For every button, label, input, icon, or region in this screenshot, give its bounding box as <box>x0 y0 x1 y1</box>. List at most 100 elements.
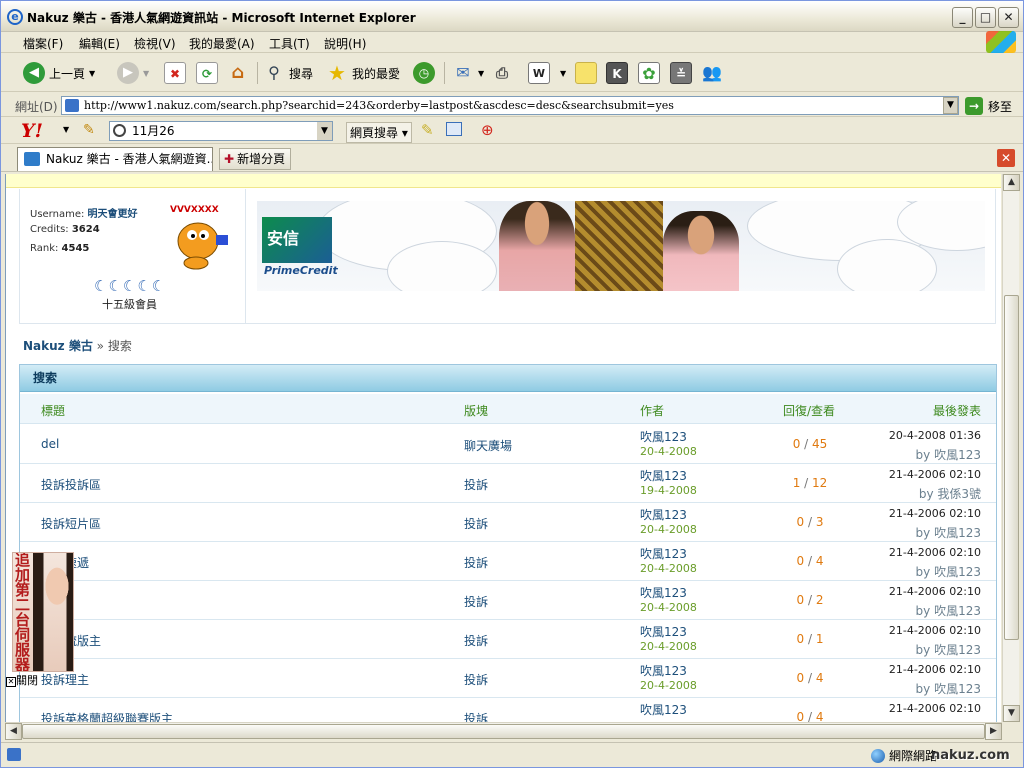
notes-button[interactable] <box>575 60 597 86</box>
thread-forum[interactable]: 投訴 <box>464 554 488 571</box>
edit-word-button[interactable]: W ▼ <box>528 60 566 86</box>
last-post-author[interactable]: by 吹風123 <box>916 563 981 580</box>
address-dropdown-icon[interactable]: ▼ <box>943 97 958 114</box>
last-post-author[interactable]: by 我係3號 <box>919 485 981 502</box>
back-button[interactable]: ◀ 上一頁 ▼ <box>23 60 95 86</box>
thread-title[interactable]: 投訴理主 <box>41 671 89 688</box>
col-last-post[interactable]: 最後發表 <box>933 402 981 419</box>
k-button[interactable]: K <box>606 60 628 86</box>
thread-author[interactable]: 吹風123 <box>640 467 687 484</box>
mail-dropdown-icon[interactable]: ▼ <box>478 69 484 78</box>
last-post-time[interactable]: 21-4-2006 02:10 <box>889 663 981 676</box>
breadcrumb-separator: » <box>96 339 104 353</box>
maximize-button[interactable]: □ <box>975 7 996 28</box>
col-stats[interactable]: 回復/查看 <box>783 402 835 419</box>
last-post-time[interactable]: 21-4-2006 02:10 <box>889 624 981 637</box>
last-post-time[interactable]: 21-4-2006 02:10 <box>889 468 981 481</box>
search-button[interactable]: ⚲ 搜尋 <box>263 60 313 86</box>
col-forum[interactable]: 版塊 <box>464 402 488 419</box>
thread-author[interactable]: 吹風123 <box>640 584 687 601</box>
thread-author[interactable]: 吹風123 <box>640 545 687 562</box>
highlighter-icon[interactable]: ✎ <box>421 121 434 139</box>
refresh-button[interactable]: ⟳ <box>196 60 218 86</box>
menu-favorites[interactable]: 我的最愛(A) <box>189 35 255 52</box>
thread-title[interactable]: 投訴短片區 <box>41 515 101 532</box>
thread-title[interactable]: 投訴投訴區 <box>41 476 101 493</box>
search-dropdown-icon[interactable]: ▼ <box>317 122 332 140</box>
close-button[interactable]: ✕ <box>998 7 1019 28</box>
last-post-author[interactable]: by 吹風123 <box>916 446 981 463</box>
layout-icon[interactable] <box>446 122 462 136</box>
username-value[interactable]: 明天會更好 <box>88 209 138 220</box>
thread-author[interactable]: 吹風123 <box>640 623 687 640</box>
thread-author[interactable]: 吹風123 <box>640 701 687 718</box>
last-post-time[interactable]: 20-4-2008 01:36 <box>889 429 981 442</box>
menu-tools[interactable]: 工具(T) <box>269 35 310 52</box>
forward-dropdown-icon[interactable]: ▼ <box>143 69 149 78</box>
mail-button[interactable]: ✉ ▼ <box>452 60 484 86</box>
edit-dropdown-icon[interactable]: ▼ <box>560 69 566 78</box>
thread-title[interactable]: 投訴英格蘭超級聯賽版主 <box>41 710 173 722</box>
tab-nakuz[interactable]: Nakuz 樂古 - 香港人氣網遊資... <box>17 147 213 171</box>
new-tab-button[interactable]: ✚ 新增分頁 <box>219 148 292 170</box>
thread-forum[interactable]: 投訴 <box>464 671 488 688</box>
last-post-time[interactable]: 21-4-2006 02:10 <box>889 702 981 715</box>
menu-edit[interactable]: 編輯(E) <box>79 35 120 52</box>
vertical-scrollbar[interactable]: ▲ ▼ <box>1002 174 1020 722</box>
scroll-right-icon[interactable]: ▶ <box>985 723 1002 740</box>
pencil-icon[interactable]: ✎ <box>83 122 95 138</box>
thread-forum[interactable]: 投訴 <box>464 593 488 610</box>
thread-author[interactable]: 吹風123 <box>640 662 687 679</box>
thread-forum[interactable]: 投訴 <box>464 710 488 722</box>
col-title[interactable]: 標題 <box>41 402 65 419</box>
icq-button[interactable]: ✿ <box>638 60 660 86</box>
last-post-author[interactable]: by 吹風123 <box>916 602 981 619</box>
thread-forum[interactable]: 投訴 <box>464 632 488 649</box>
address-input[interactable]: http://www1.nakuz.com/search.php?searchi… <box>61 96 959 115</box>
back-dropdown-icon[interactable]: ▼ <box>89 69 95 78</box>
research-button[interactable]: ≚ <box>670 60 692 86</box>
col-author[interactable]: 作者 <box>640 402 664 419</box>
scroll-down-icon[interactable]: ▼ <box>1003 705 1020 722</box>
yahoo-search-input[interactable]: 11月26 ▼ <box>109 121 333 141</box>
last-post-time[interactable]: 21-4-2006 02:10 <box>889 585 981 598</box>
print-button[interactable]: ⎙ <box>491 60 513 86</box>
menu-view[interactable]: 檢視(V) <box>134 35 176 52</box>
floating-ad[interactable]: 追加第二台伺服器 <box>12 552 74 672</box>
target-icon[interactable]: ⊕ <box>481 121 494 139</box>
favorites-button[interactable]: ★ 我的最愛 <box>326 60 400 86</box>
messenger-button[interactable]: 👥 <box>701 60 723 86</box>
yahoo-logo[interactable]: Y! <box>21 120 43 142</box>
web-search-button[interactable]: 網頁搜尋 ▾ <box>346 122 412 143</box>
ad-banner[interactable]: 安信 PrimeCredit <box>257 201 985 291</box>
ad-close-button[interactable]: ✕ 關閉 <box>6 672 38 688</box>
menu-help[interactable]: 說明(H) <box>324 35 366 52</box>
thread-forum[interactable]: 投訴 <box>464 515 488 532</box>
forward-button[interactable]: ▶ ▼ <box>117 60 149 86</box>
menu-file[interactable]: 檔案(F) <box>23 35 63 52</box>
vertical-scroll-thumb[interactable] <box>1004 295 1019 640</box>
horizontal-scroll-thumb[interactable] <box>22 724 985 739</box>
scroll-up-icon[interactable]: ▲ <box>1003 174 1020 191</box>
thread-forum[interactable]: 投訴 <box>464 476 488 493</box>
yahoo-dropdown-icon[interactable]: ▼ <box>63 125 69 134</box>
avatar[interactable]: VVVXXXX <box>166 201 234 271</box>
go-button[interactable]: → 移至 <box>965 97 1012 115</box>
history-button[interactable]: ◷ <box>413 60 435 86</box>
breadcrumb-home[interactable]: Nakuz 樂古 <box>23 339 93 353</box>
close-tab-icon[interactable]: ✕ <box>997 149 1015 167</box>
minimize-button[interactable]: _ <box>952 7 973 28</box>
last-post-author[interactable]: by 吹風123 <box>916 680 981 697</box>
last-post-time[interactable]: 21-4-2006 02:10 <box>889 546 981 559</box>
thread-forum[interactable]: 聊天廣場 <box>464 437 512 454</box>
last-post-author[interactable]: by 吹風123 <box>916 524 981 541</box>
scroll-left-icon[interactable]: ◀ <box>5 723 22 740</box>
thread-title[interactable]: del <box>41 437 59 451</box>
horizontal-scrollbar[interactable]: ◀ ▶ <box>5 722 1002 740</box>
last-post-author[interactable]: by 吹風123 <box>916 641 981 658</box>
last-post-time[interactable]: 21-4-2006 02:10 <box>889 507 981 520</box>
thread-author[interactable]: 吹風123 <box>640 506 687 523</box>
stop-button[interactable]: ✖ <box>164 60 186 86</box>
home-button[interactable]: ⌂ <box>227 60 249 86</box>
thread-author[interactable]: 吹風123 <box>640 428 687 445</box>
